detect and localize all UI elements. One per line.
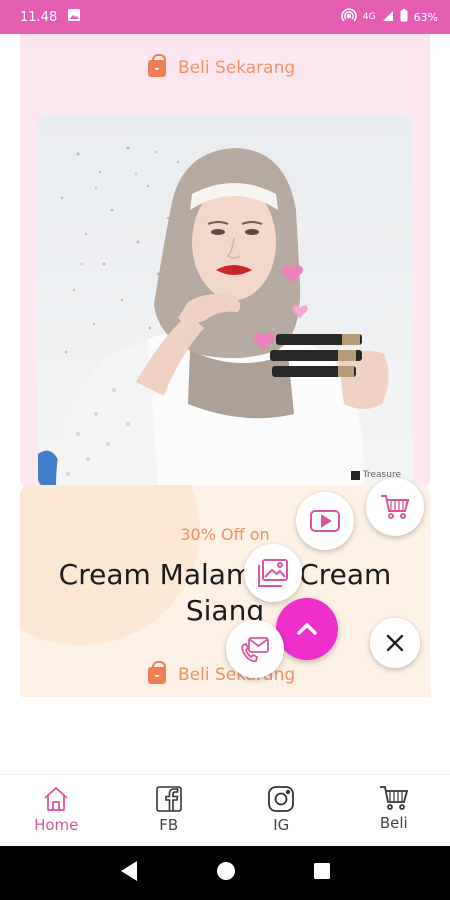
shopping-bag-icon	[148, 660, 166, 684]
battery-icon	[400, 9, 408, 25]
network-label: 4G	[362, 12, 376, 22]
bottom-navigation: Home FB IG Beli	[0, 774, 450, 846]
fab-contact-button[interactable]	[226, 620, 284, 678]
nav-label-fb: FB	[159, 816, 179, 834]
shopping-bag-icon	[148, 53, 166, 77]
fab-youtube-button[interactable]	[296, 492, 354, 550]
status-time: 11.48	[20, 9, 58, 25]
buy-now-button-1[interactable]: Beli Sekarang	[148, 53, 296, 78]
recents-icon[interactable]	[313, 862, 331, 884]
instagram-icon	[268, 786, 295, 812]
buy-now-label: Beli Sekarang	[178, 58, 296, 78]
contact-icon	[241, 637, 269, 663]
nav-item-ig[interactable]: IG	[225, 775, 338, 846]
nav-label-ig: IG	[273, 816, 290, 834]
gallery-icon	[258, 559, 288, 587]
youtube-icon	[310, 510, 340, 532]
facebook-icon	[155, 786, 182, 812]
cart-icon	[379, 786, 408, 810]
nav-item-home[interactable]: Home	[0, 775, 113, 846]
signal-icon	[382, 10, 394, 25]
promo-photo[interactable]: Treasure	[38, 114, 413, 488]
status-indicators: 4G 63%	[341, 7, 438, 27]
home-circle-icon[interactable]	[216, 861, 236, 885]
product-title: Cream Malam Cream Siang	[20, 557, 430, 629]
back-icon[interactable]	[119, 860, 139, 886]
model-illustration	[38, 146, 389, 488]
fab-close-button[interactable]	[370, 618, 420, 668]
promo-card-1: Beli Sekarang Treasure	[20, 34, 430, 489]
product-title-line1: Cream Malam	[58, 558, 254, 591]
status-bar: 11.48 4G 63%	[0, 0, 450, 34]
gallery-notification-icon	[67, 8, 81, 26]
nav-label-home: Home	[34, 816, 79, 834]
discount-label: 30% Off on	[180, 525, 270, 544]
fab-cart-button[interactable]	[366, 478, 424, 536]
main-content[interactable]: Beli Sekarang Treasure 30% Off on Cream …	[0, 34, 450, 774]
scroll-top-fab[interactable]	[276, 598, 338, 660]
nav-label-beli: Beli	[379, 814, 408, 832]
battery-percent: 63%	[413, 10, 438, 24]
close-icon	[386, 634, 404, 652]
system-navigation-bar	[0, 846, 450, 900]
chevron-up-icon	[297, 623, 317, 635]
hotspot-icon	[341, 7, 357, 27]
product-title-line2: Cream	[299, 558, 392, 591]
nav-item-beli[interactable]: Beli	[338, 775, 450, 846]
nav-item-fb[interactable]: FB	[113, 775, 226, 846]
home-icon	[44, 787, 68, 811]
cart-icon	[381, 495, 410, 519]
watermark-logo-icon	[350, 470, 360, 480]
fab-gallery-button[interactable]	[244, 544, 302, 602]
